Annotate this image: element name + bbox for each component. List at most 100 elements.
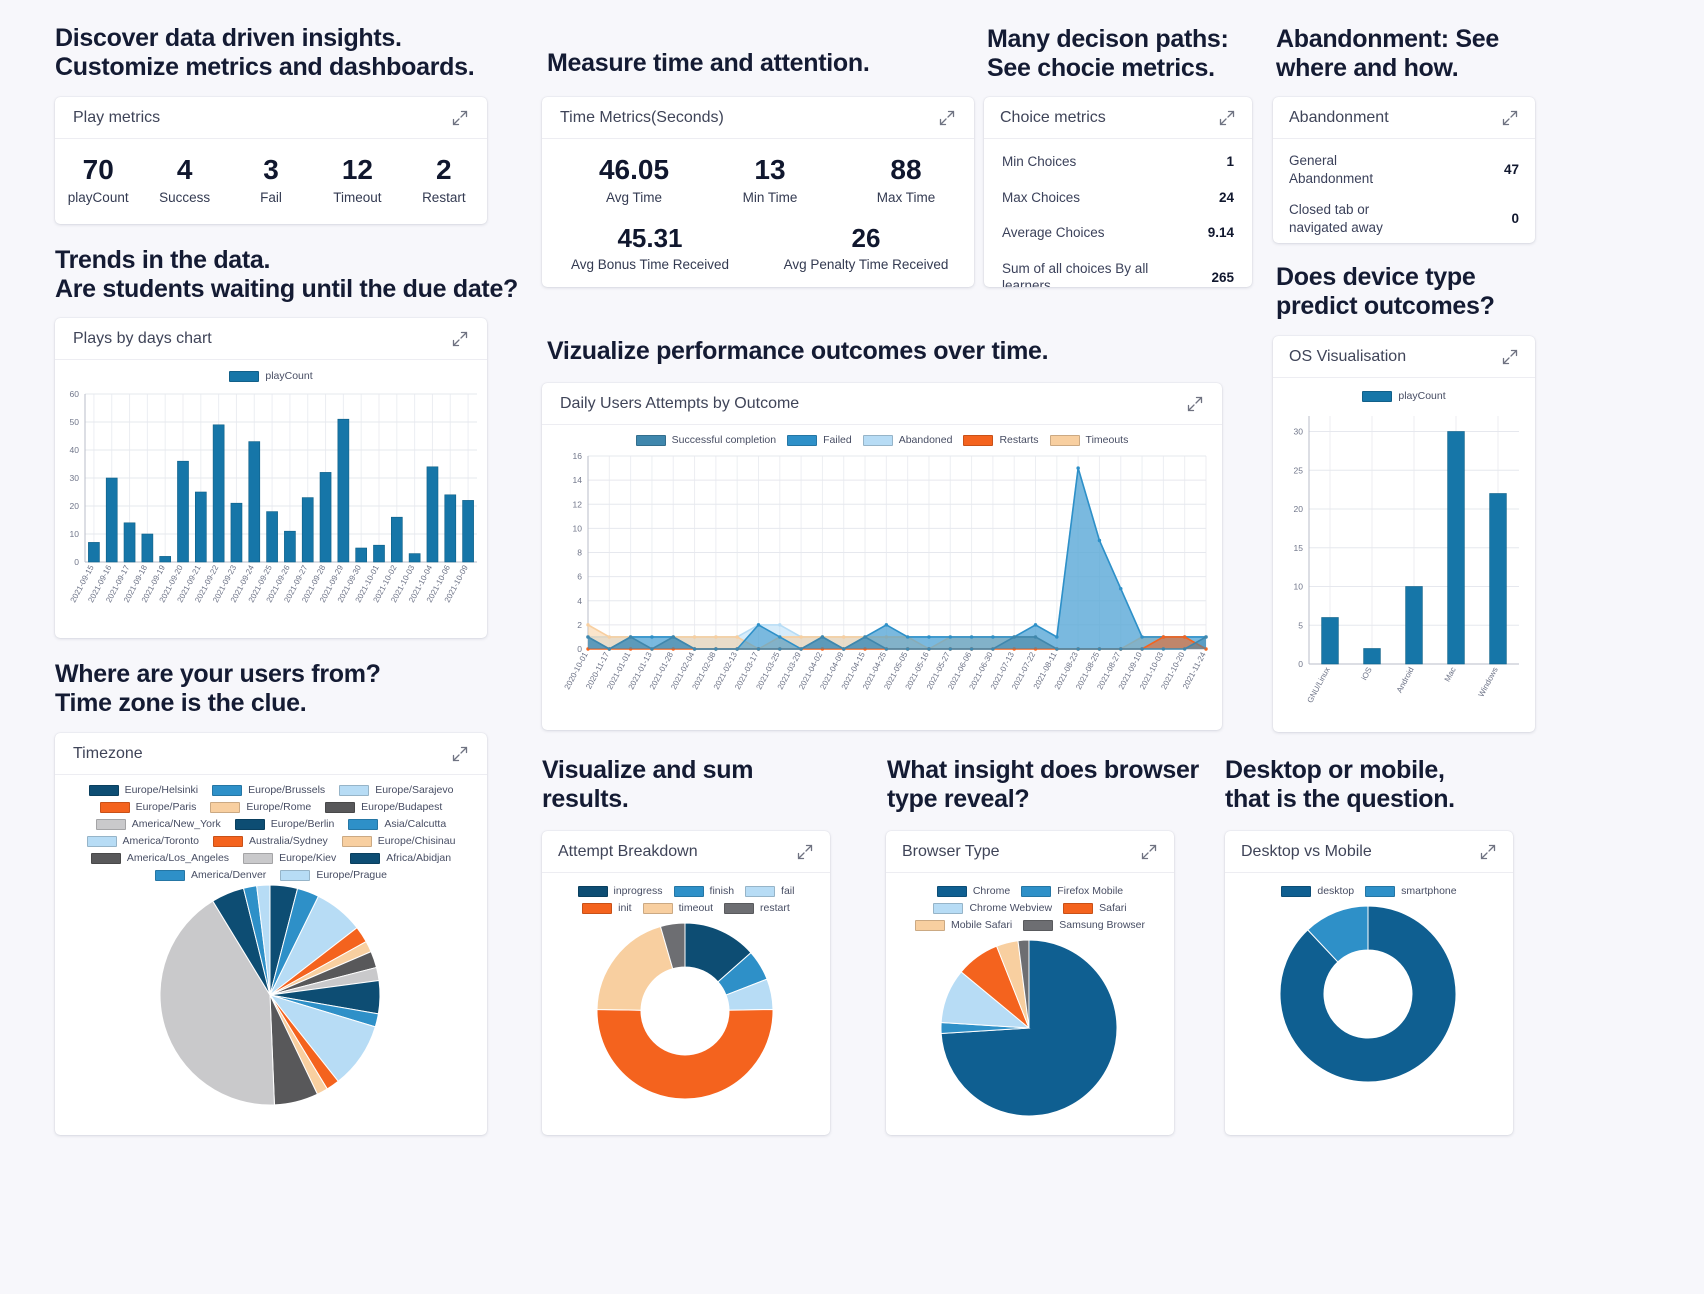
- legend-item[interactable]: Europe/Helsinki: [88, 784, 198, 796]
- legend-item[interactable]: Europe/Rome: [210, 801, 311, 813]
- metric-value: 265: [1211, 269, 1234, 285]
- legend-item[interactable]: Europe/Kiev: [243, 852, 336, 864]
- bar[interactable]: [141, 533, 154, 563]
- expand-icon[interactable]: [796, 843, 814, 861]
- legend-item[interactable]: finish: [673, 885, 734, 897]
- legend-item[interactable]: Europe/Prague: [280, 869, 387, 881]
- expand-icon[interactable]: [1186, 395, 1204, 413]
- expand-icon[interactable]: [451, 745, 469, 763]
- bar[interactable]: [105, 477, 118, 563]
- legend-item[interactable]: Europe/Berlin: [234, 818, 334, 830]
- headline-trends: Trends in the data. Are students waiting…: [55, 246, 519, 303]
- legend-item[interactable]: init: [582, 902, 632, 914]
- bar[interactable]: [230, 502, 243, 563]
- legend-item[interactable]: Europe/Paris: [99, 801, 196, 813]
- expand-icon[interactable]: [938, 109, 956, 127]
- legend-item[interactable]: America/Los_Angeles: [90, 852, 229, 864]
- legend-swatch: [99, 801, 130, 813]
- bar[interactable]: [355, 547, 368, 563]
- legend-item[interactable]: restart: [724, 902, 790, 914]
- bar[interactable]: [373, 544, 385, 563]
- legend-label: playCount: [1398, 390, 1446, 402]
- expand-icon[interactable]: [451, 330, 469, 348]
- legend-item[interactable]: fail: [745, 885, 794, 897]
- legend-item[interactable]: Samsung Browser: [1023, 919, 1145, 931]
- legend-item[interactable]: America/New_York: [95, 818, 221, 830]
- kpi-value: 2: [436, 154, 452, 185]
- legend-item[interactable]: inprogress: [577, 885, 663, 897]
- card-title: Browser Type: [902, 842, 1000, 860]
- legend-item[interactable]: Restarts: [963, 434, 1039, 446]
- legend-swatch: [88, 784, 119, 796]
- pie-slice[interactable]: [596, 1008, 774, 1100]
- legend-swatch: [745, 885, 776, 897]
- expand-icon[interactable]: [451, 109, 469, 127]
- legend-item[interactable]: Asia/Calcutta: [348, 818, 446, 830]
- bar[interactable]: [319, 472, 332, 563]
- card-header: Play metrics: [55, 97, 487, 139]
- bar[interactable]: [462, 500, 474, 563]
- bar[interactable]: [390, 516, 403, 563]
- legend-item[interactable]: Firefox Mobile: [1021, 885, 1123, 897]
- chart-legend: inprogress finish fail init timeout restart: [542, 873, 830, 916]
- legend-swatch: [243, 852, 274, 864]
- metric-label: Sum of all choices By all learners: [1002, 260, 1149, 287]
- bar[interactable]: [212, 424, 225, 563]
- bar[interactable]: [301, 497, 314, 563]
- legend-item[interactable]: Europe/Budapest: [325, 801, 442, 813]
- legend-item[interactable]: Europe/Brussels: [212, 784, 325, 796]
- legend-item[interactable]: Failed: [787, 434, 852, 446]
- expand-icon[interactable]: [1501, 348, 1519, 366]
- kpi-avg-time: 46.05 Avg Time: [566, 153, 702, 205]
- pie-slice[interactable]: [596, 925, 674, 1011]
- bar[interactable]: [1321, 617, 1339, 665]
- legend-item[interactable]: Australia/Sydney: [213, 835, 328, 847]
- legend-swatch: [862, 434, 893, 446]
- legend-item[interactable]: Africa/Abidjan: [350, 852, 451, 864]
- legend-item[interactable]: Timeouts: [1049, 434, 1128, 446]
- expand-icon[interactable]: [1479, 843, 1497, 861]
- bar[interactable]: [123, 522, 136, 563]
- legend-item[interactable]: Safari: [1063, 902, 1127, 914]
- card-time-metrics: Time Metrics(Seconds) 46.05 Avg Time 13 Mi…: [542, 97, 974, 287]
- expand-icon[interactable]: [1140, 843, 1158, 861]
- bar[interactable]: [266, 511, 278, 563]
- bar[interactable]: [1489, 493, 1507, 665]
- legend-item[interactable]: desktop: [1281, 885, 1354, 897]
- legend-item[interactable]: Mobile Safari: [914, 919, 1012, 931]
- bar[interactable]: [88, 542, 100, 563]
- card-daily-users-attempts: Daily Users Attempts by Outcome Successf…: [542, 383, 1222, 730]
- bar[interactable]: [177, 460, 189, 563]
- expand-icon[interactable]: [1501, 109, 1519, 127]
- legend-item[interactable]: America/Toronto: [86, 835, 199, 847]
- legend-swatch: [914, 919, 945, 931]
- legend-item[interactable]: America/Denver: [155, 869, 266, 881]
- bar[interactable]: [284, 530, 296, 563]
- legend-item[interactable]: Successful completion: [635, 434, 776, 446]
- bar[interactable]: [194, 491, 207, 563]
- legend-item[interactable]: Chrome Webview: [933, 902, 1052, 914]
- bar[interactable]: [248, 441, 261, 563]
- bar[interactable]: [1363, 648, 1381, 665]
- bar[interactable]: [159, 556, 172, 563]
- expand-icon[interactable]: [1218, 109, 1236, 127]
- legend-item[interactable]: smartphone: [1365, 885, 1457, 897]
- kpi-label: Max Time: [876, 189, 936, 205]
- legend-swatch: [936, 885, 967, 897]
- attempt-breakdown-donut: [596, 922, 774, 1100]
- bar[interactable]: [444, 494, 457, 563]
- legend-item[interactable]: timeout: [642, 902, 713, 914]
- legend-item[interactable]: playCount: [229, 370, 313, 382]
- bar[interactable]: [1447, 431, 1465, 665]
- legend-item[interactable]: Europe/Chisinau: [341, 835, 455, 847]
- legend-item[interactable]: Abandoned: [862, 434, 952, 446]
- kpi-label: playCount: [67, 189, 129, 205]
- card-header: Attempt Breakdown: [542, 831, 830, 873]
- bar[interactable]: [426, 466, 439, 563]
- legend-item[interactable]: playCount: [1362, 390, 1446, 402]
- bar[interactable]: [408, 553, 421, 563]
- legend-item[interactable]: Europe/Sarajevo: [339, 784, 453, 796]
- legend-item[interactable]: Chrome: [936, 885, 1010, 897]
- bar[interactable]: [1405, 586, 1423, 665]
- bar[interactable]: [337, 418, 350, 563]
